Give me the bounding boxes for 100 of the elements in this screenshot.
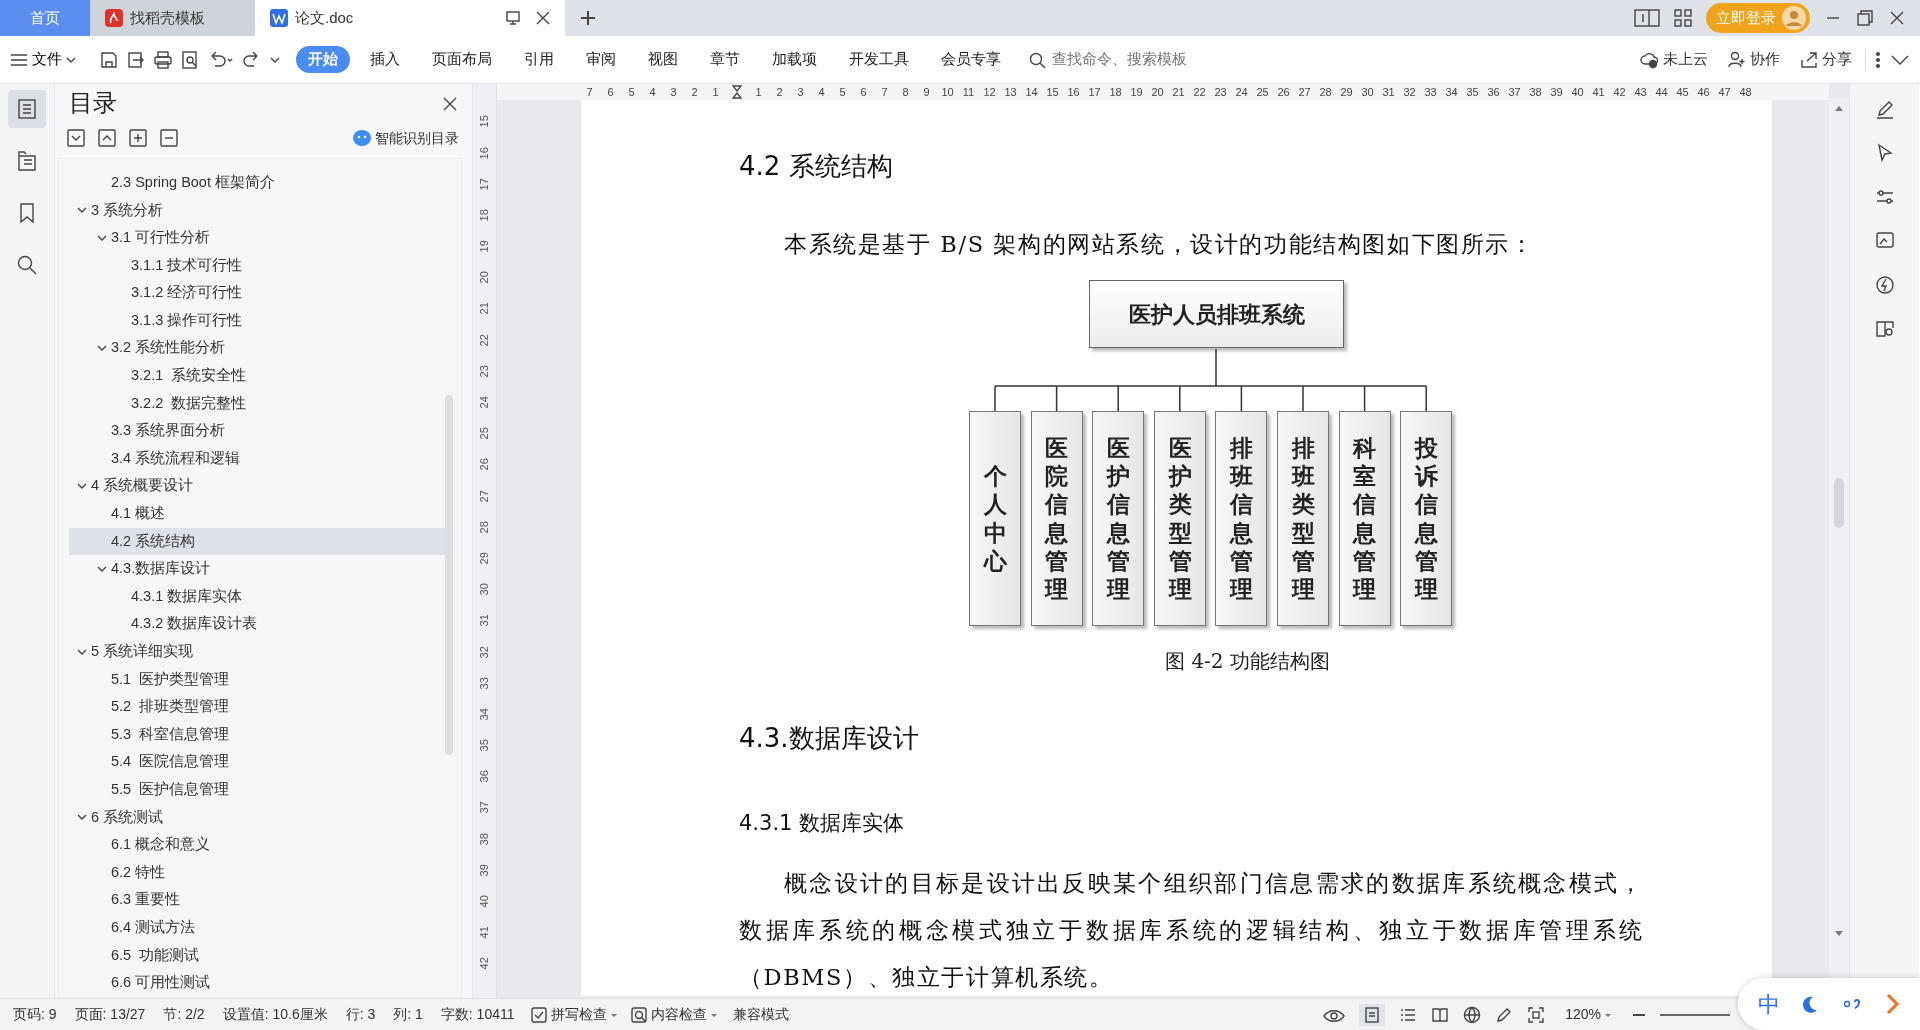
ribbon-tab[interactable]: 审阅 <box>574 45 628 74</box>
minus-icon[interactable] <box>160 129 178 147</box>
scrollbar[interactable] <box>1834 478 1844 528</box>
ruler-number: 35 <box>477 739 492 752</box>
outline-item[interactable]: 5.1 医护类型管理 <box>69 665 447 694</box>
outline-item[interactable]: 5.5 医护信息管理 <box>69 776 447 804</box>
outline-item[interactable]: 6.4 测试方法 <box>69 914 447 942</box>
ruler-number: 24 <box>477 396 492 409</box>
search-field[interactable]: 查找命令、搜索模板 <box>1049 47 1250 72</box>
ribbon-tab[interactable]: 插入 <box>358 45 412 74</box>
plus-icon[interactable] <box>129 129 147 147</box>
ruler-number: 4 <box>817 84 826 100</box>
export-icon[interactable] <box>126 49 146 70</box>
ruler-number: 15 <box>477 115 492 128</box>
close-icon[interactable] <box>442 95 458 112</box>
ruler-number: 31 <box>1381 84 1396 100</box>
toolbar-action[interactable]: 分享 <box>1793 48 1858 71</box>
share-icon <box>1799 49 1819 70</box>
more-icon[interactable] <box>1873 49 1883 70</box>
ribbon-tab[interactable]: 页面布局 <box>420 45 504 74</box>
ribbon-tab[interactable]: 章节 <box>698 45 752 74</box>
zoom-level[interactable]: 120% <box>1559 1004 1618 1025</box>
file-menu[interactable]: 文件 <box>10 48 77 71</box>
grid-icon[interactable] <box>1674 9 1692 27</box>
monitor-icon[interactable] <box>505 10 521 26</box>
close-icon[interactable] <box>1888 9 1906 27</box>
outline-item[interactable]: 6.3 重要性 <box>69 886 447 915</box>
indent-marker-icon[interactable] <box>732 85 742 99</box>
ime-mode[interactable]: 中 <box>1758 987 1780 1021</box>
ruler-number: 29 <box>477 552 492 565</box>
outline-item[interactable]: 4.3.2 数据库设计表 <box>69 610 447 639</box>
outline-item[interactable]: 6.6 可用性测试 <box>69 969 447 997</box>
outline-item[interactable]: 6.5 功能测试 <box>69 941 447 970</box>
outline-item[interactable]: 3.1.2 经济可行性 <box>69 279 447 307</box>
outline-item[interactable]: 4.2 系统结构 <box>69 527 447 556</box>
expand-all-icon[interactable] <box>67 129 85 147</box>
toolbar-action[interactable]: 未上云 <box>1634 48 1714 71</box>
scroll-up-icon[interactable] <box>1834 104 1844 112</box>
collapse-all-icon[interactable] <box>98 129 116 147</box>
outline-item[interactable]: 3.1.3 操作可行性 <box>69 306 447 335</box>
fit-icon[interactable] <box>1527 1005 1546 1024</box>
restore-icon[interactable] <box>1856 9 1874 27</box>
save-icon[interactable] <box>99 49 119 70</box>
ruler-number: 20 <box>1150 84 1165 100</box>
window-tab[interactable]: 论文.doc <box>255 0 565 36</box>
status-button[interactable]: 内容检查 <box>623 1004 724 1025</box>
outline-item[interactable]: 3.2 系统性能分析 <box>69 334 447 363</box>
ribbon-tab[interactable]: 加载项 <box>760 45 829 74</box>
diagram-node: 排班信息管理 <box>1215 411 1268 626</box>
outline-item[interactable]: 2.3 Spring Boot 框架简介 <box>69 169 447 197</box>
avatar-icon <box>1782 6 1806 30</box>
diagram-node: 医院信息管理 <box>1030 411 1083 626</box>
new-tab-button[interactable] <box>579 9 597 27</box>
page-view-icon[interactable] <box>1363 1005 1382 1024</box>
ruler-number: 40 <box>1570 84 1585 100</box>
ruler-number: 17 <box>1087 84 1102 100</box>
close-icon[interactable] <box>535 10 551 26</box>
chevron-right-icon[interactable] <box>1884 993 1900 1015</box>
window-tab[interactable]: 找稻壳模板 <box>90 0 255 36</box>
print-icon[interactable] <box>153 49 173 70</box>
layout-icon[interactable] <box>1634 9 1660 27</box>
outline-item[interactable]: 6 系统测试 <box>69 803 447 832</box>
outline-item[interactable]: 5.4 医院信息管理 <box>69 748 447 777</box>
scroll-down-icon[interactable] <box>1834 930 1844 938</box>
ruler-number: 32 <box>477 645 492 658</box>
outline-item[interactable]: 3.3 系统界面分析 <box>69 417 447 445</box>
diagram-node: 科室信息管理 <box>1338 411 1391 626</box>
pages-icon <box>16 150 38 172</box>
smart-toc-button[interactable]: 智能识别目录 <box>346 127 465 149</box>
outline-item[interactable]: 4.3.1 数据库实体 <box>69 582 447 611</box>
ribbon-tab[interactable]: 会员专享 <box>929 45 1013 74</box>
ruler-number: 18 <box>477 209 492 222</box>
outline-item[interactable]: 5.2 排班类型管理 <box>69 693 447 721</box>
search-icon <box>1028 50 1046 69</box>
ruler-number: 46 <box>1696 84 1711 100</box>
outline-item[interactable]: 3.1 可行性分析 <box>69 224 447 252</box>
book-icon[interactable] <box>1431 1005 1450 1024</box>
outline-item[interactable]: 5.3 科室信息管理 <box>69 720 447 749</box>
outline-item[interactable]: 6.1 概念和意义 <box>69 831 447 859</box>
toolbar-action[interactable]: 协作 <box>1721 48 1786 71</box>
outline-item[interactable]: 3.2.1 系统安全性 <box>69 362 447 390</box>
outline-item[interactable]: 3.1.1 技术可行性 <box>69 251 447 280</box>
ruler-number: 7 <box>585 84 594 100</box>
ribbon-tab[interactable]: 开发工具 <box>837 45 921 74</box>
outline-item[interactable]: 6.2 特性 <box>69 858 447 887</box>
ruler-number: 33 <box>1423 84 1438 100</box>
sidebar-tab[interactable] <box>8 90 46 128</box>
outline-item[interactable]: 4.1 概述 <box>69 500 447 528</box>
scrollbar[interactable] <box>445 395 453 755</box>
outline-item[interactable]: 3.4 系统流程和逻辑 <box>69 444 447 473</box>
ruler-number: 18 <box>1108 84 1123 100</box>
ribbon-tab[interactable]: 引用 <box>512 45 566 74</box>
lightning-icon[interactable] <box>1873 274 1896 296</box>
outline-item[interactable]: 3 系统分析 <box>69 196 447 225</box>
outline-item[interactable]: 3.2.2 数据完整性 <box>69 389 447 418</box>
ribbon-tab[interactable]: 视图 <box>636 45 690 74</box>
globe-icon[interactable] <box>1463 1005 1482 1024</box>
preview-icon[interactable] <box>180 49 200 70</box>
ruler-number: 40 <box>477 895 492 908</box>
status-button[interactable]: 拼写检查 <box>523 1004 624 1025</box>
